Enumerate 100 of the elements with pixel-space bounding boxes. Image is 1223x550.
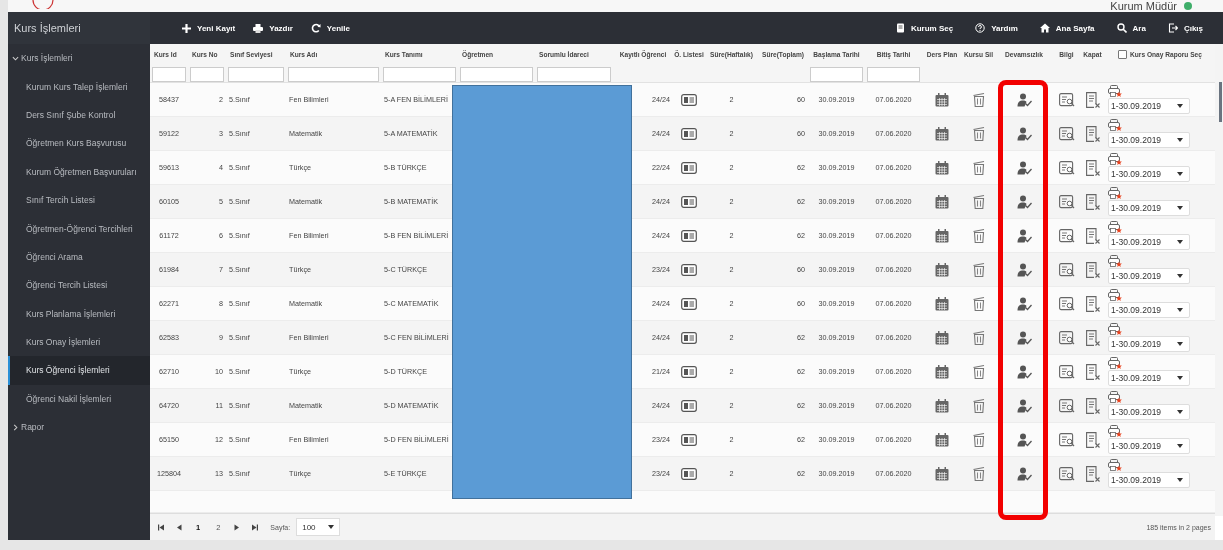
printer-icon[interactable] <box>1108 391 1122 403</box>
trash-icon[interactable] <box>972 296 985 311</box>
printer-icon[interactable] <box>1108 425 1122 437</box>
printer-icon[interactable] <box>1108 255 1122 267</box>
last-page-icon[interactable] <box>251 523 259 531</box>
sidebar-item[interactable]: Ders Sınıf Şube Kontrol <box>8 100 150 130</box>
id-card-icon[interactable] <box>681 331 697 344</box>
user-check-icon[interactable] <box>1016 330 1032 345</box>
calendar-icon[interactable] <box>935 296 949 311</box>
next-page-icon[interactable] <box>234 523 240 531</box>
help-button[interactable]: Yardım <box>973 21 1020 35</box>
trash-icon[interactable] <box>972 432 985 447</box>
document-close-icon[interactable] <box>1085 295 1100 312</box>
home-button[interactable]: Ana Sayfa <box>1037 21 1097 35</box>
logout-button[interactable]: Çıkış <box>1165 21 1205 35</box>
document-close-icon[interactable] <box>1085 465 1100 482</box>
trash-icon[interactable] <box>972 126 985 141</box>
document-search-icon[interactable] <box>1058 296 1075 311</box>
id-card-icon[interactable] <box>681 93 697 106</box>
user-check-icon[interactable] <box>1016 432 1032 447</box>
calendar-icon[interactable] <box>935 330 949 345</box>
report-period-dropdown[interactable]: 1-30.09.2019 <box>1108 166 1190 182</box>
new-record-button[interactable]: Yeni Kayıt <box>180 21 238 35</box>
sidebar-item[interactable]: Kurum Kurs Talep İşlemleri <box>8 72 150 101</box>
document-close-icon[interactable] <box>1085 125 1100 142</box>
filter-field[interactable] <box>810 67 863 82</box>
sidebar-item[interactable]: Öğretmen Kurs Başvurusu <box>8 129 150 158</box>
sidebar-item[interactable]: Öğrenci Arama <box>8 242 150 272</box>
trash-icon[interactable] <box>972 330 985 345</box>
filter-field[interactable] <box>383 67 456 82</box>
institution-select-button[interactable]: Kurum Seç <box>893 21 956 35</box>
sidebar-item[interactable]: Kurs Öğrenci İşlemleri <box>8 356 150 385</box>
refresh-button[interactable]: Yenile <box>308 21 352 35</box>
calendar-icon[interactable] <box>935 262 949 277</box>
report-select-checkbox[interactable] <box>1118 49 1128 59</box>
document-search-icon[interactable] <box>1058 262 1075 277</box>
report-period-dropdown[interactable]: 1-30.09.2019 <box>1108 472 1190 488</box>
trash-icon[interactable] <box>972 364 985 379</box>
calendar-icon[interactable] <box>935 228 949 243</box>
sidebar-group[interactable]: Rapor <box>8 413 150 442</box>
sidebar-item[interactable]: Kurs Planlama İşlemleri <box>8 299 150 328</box>
document-close-icon[interactable] <box>1085 193 1100 210</box>
report-period-dropdown[interactable]: 1-30.09.2019 <box>1108 200 1190 216</box>
search-button[interactable]: Ara <box>1114 21 1148 35</box>
report-period-dropdown[interactable]: 1-30.09.2019 <box>1108 336 1190 352</box>
report-period-dropdown[interactable]: 1-30.09.2019 <box>1108 404 1190 420</box>
document-search-icon[interactable] <box>1058 330 1075 345</box>
user-check-icon[interactable] <box>1016 398 1032 413</box>
trash-icon[interactable] <box>972 228 985 243</box>
printer-icon[interactable] <box>1108 289 1122 301</box>
filter-field[interactable] <box>460 67 533 82</box>
scrollbar-thumb[interactable] <box>1219 82 1222 122</box>
id-card-icon[interactable] <box>681 399 697 412</box>
previous-page-icon[interactable] <box>177 523 182 531</box>
user-check-icon[interactable] <box>1016 92 1032 107</box>
report-period-dropdown[interactable]: 1-30.09.2019 <box>1108 132 1190 148</box>
sidebar-item[interactable]: Kurum Öğretmen Başvuruları <box>8 157 150 186</box>
document-search-icon[interactable] <box>1058 466 1075 481</box>
document-search-icon[interactable] <box>1058 228 1075 243</box>
id-card-icon[interactable] <box>681 195 697 208</box>
trash-icon[interactable] <box>972 398 985 413</box>
print-button[interactable]: Yazdır <box>251 21 295 35</box>
sidebar-item[interactable]: Kurs Onay İşlemleri <box>8 327 150 357</box>
printer-icon[interactable] <box>1108 221 1122 233</box>
filter-field[interactable] <box>190 67 224 82</box>
id-card-icon[interactable] <box>681 127 697 140</box>
report-period-dropdown[interactable]: 1-30.09.2019 <box>1108 98 1190 114</box>
filter-field[interactable] <box>537 67 611 82</box>
printer-icon[interactable] <box>1108 187 1122 199</box>
sidebar-item[interactable]: Öğrenci Tercih Listesi <box>8 271 150 300</box>
document-close-icon[interactable] <box>1085 329 1100 346</box>
sidebar-item[interactable]: Sınıf Tercih Listesi <box>8 185 150 215</box>
first-page-icon[interactable] <box>158 523 165 531</box>
printer-icon[interactable] <box>1108 323 1122 335</box>
filter-field[interactable] <box>288 67 379 82</box>
id-card-icon[interactable] <box>681 297 697 310</box>
document-close-icon[interactable] <box>1085 363 1100 380</box>
calendar-icon[interactable] <box>935 466 949 481</box>
document-search-icon[interactable] <box>1058 364 1075 379</box>
id-card-icon[interactable] <box>681 263 697 276</box>
user-check-icon[interactable] <box>1016 296 1032 311</box>
sidebar-item[interactable]: Öğretmen-Öğrenci Tercihleri <box>8 214 150 243</box>
printer-icon[interactable] <box>1108 85 1122 97</box>
calendar-icon[interactable] <box>935 194 949 209</box>
calendar-icon[interactable] <box>935 432 949 447</box>
document-search-icon[interactable] <box>1058 92 1075 107</box>
trash-icon[interactable] <box>972 466 985 481</box>
id-card-icon[interactable] <box>681 467 697 480</box>
user-check-icon[interactable] <box>1016 262 1032 277</box>
user-status-icon[interactable] <box>1183 1 1193 11</box>
document-close-icon[interactable] <box>1085 227 1100 244</box>
document-search-icon[interactable] <box>1058 432 1075 447</box>
user-check-icon[interactable] <box>1016 466 1032 481</box>
calendar-icon[interactable] <box>935 398 949 413</box>
sidebar-group[interactable]: Kurs İşlemleri <box>8 44 150 73</box>
report-period-dropdown[interactable]: 1-30.09.2019 <box>1108 268 1190 284</box>
user-check-icon[interactable] <box>1016 194 1032 209</box>
id-card-icon[interactable] <box>681 161 697 174</box>
document-close-icon[interactable] <box>1085 261 1100 278</box>
printer-icon[interactable] <box>1108 357 1122 369</box>
